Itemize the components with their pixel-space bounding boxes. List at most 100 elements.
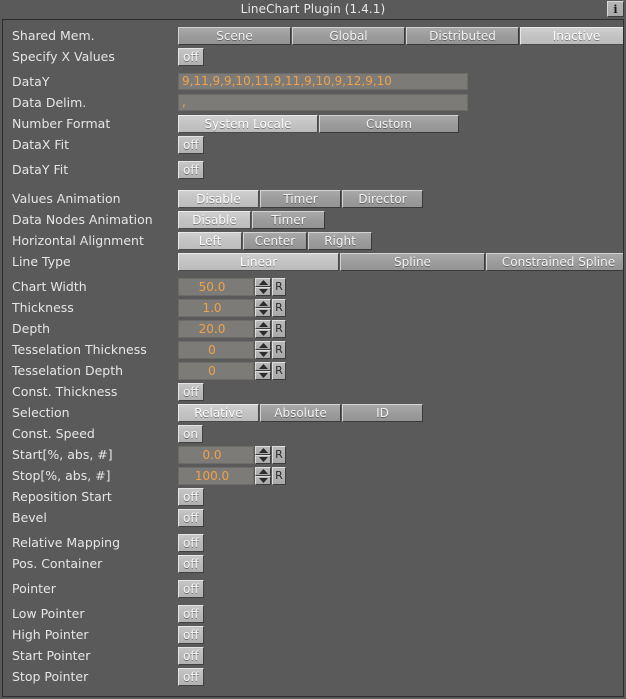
button-shared-mem-distributed[interactable]: Distributed [406,26,519,45]
spinner-arrows-tesselation-thickness [255,340,271,359]
row-high-pointer: High Pointer off [3,624,623,645]
info-icon[interactable]: i [607,1,624,17]
toggle-const-speed[interactable]: on [178,424,203,443]
label-stop-pointer: Stop Pointer [12,669,89,684]
label-shared-mem: Shared Mem. [12,28,95,43]
spinner-down-icon[interactable] [255,307,271,317]
toggle-datay-fit[interactable]: off [178,160,204,179]
spinner-chart-width: 50.0 R [178,277,286,296]
button-number-format-system-locale[interactable]: System Locale [178,114,318,133]
segmented-values-animation: Disable Timer Director [178,189,423,208]
button-selection-relative[interactable]: Relative [178,403,259,422]
toggle-start-pointer[interactable]: off [178,646,204,665]
toggle-pos-container[interactable]: off [178,554,204,573]
reset-button-tesselation-thickness[interactable]: R [272,340,286,359]
input-start[interactable]: 0.0 [178,445,254,464]
reset-button-stop[interactable]: R [272,466,286,485]
toggle-relative-mapping[interactable]: off [178,533,204,552]
toggle-bevel[interactable]: off [178,508,204,527]
segmented-line-type: Linear Spline Constrained Spline [178,252,623,271]
reset-button-tesselation-depth[interactable]: R [272,361,286,380]
button-line-type-spline[interactable]: Spline [340,252,485,271]
segmented-shared-mem: Scene Global Distributed Inactive [178,26,623,45]
button-shared-mem-scene[interactable]: Scene [178,26,291,45]
row-data-delim: Data Delim. , [3,92,623,113]
spinner-arrows-thickness [255,298,271,317]
label-high-pointer: High Pointer [12,627,89,642]
reset-button-depth[interactable]: R [272,319,286,338]
reset-button-thickness[interactable]: R [272,298,286,317]
label-pos-container: Pos. Container [12,556,103,571]
input-data-delim[interactable]: , [178,94,468,111]
spinner-down-icon[interactable] [255,454,271,464]
row-tesselation-depth: Tesselation Depth 0 R [3,360,623,381]
row-number-format: Number Format System Locale Custom [3,113,623,134]
button-horizontal-alignment-right[interactable]: Right [308,231,372,250]
spinner-down-icon[interactable] [255,286,271,296]
row-relative-mapping: Relative Mapping off [3,532,623,553]
label-values-animation: Values Animation [12,191,121,206]
input-stop[interactable]: 100.0 [178,466,254,485]
spinner-up-icon[interactable] [255,445,271,455]
spinner-down-icon[interactable] [255,475,271,485]
spinner-down-icon[interactable] [255,349,271,359]
label-thickness: Thickness [12,300,74,315]
segmented-selection: Relative Absolute ID [178,403,423,422]
label-tesselation-depth: Tesselation Depth [12,363,124,378]
button-line-type-linear[interactable]: Linear [178,252,339,271]
toggle-low-pointer[interactable]: off [178,604,204,623]
toggle-specify-x-values[interactable]: off [178,47,204,66]
toggle-datax-fit[interactable]: off [178,135,204,154]
input-chart-width[interactable]: 50.0 [178,277,254,296]
spinner-up-icon[interactable] [255,361,271,371]
button-shared-mem-global[interactable]: Global [292,26,405,45]
button-number-format-custom[interactable]: Custom [319,114,459,133]
spinner-stop: 100.0 R [178,466,286,485]
label-datay-fit: DataY Fit [12,162,69,177]
row-start-pointer: Start Pointer off [3,645,623,666]
label-depth: Depth [12,321,51,336]
button-line-type-constrained-spline[interactable]: Constrained Spline [486,252,623,271]
spinner-up-icon[interactable] [255,466,271,476]
spinner-up-icon[interactable] [255,277,271,287]
spinner-down-icon[interactable] [255,328,271,338]
button-values-animation-disable[interactable]: Disable [178,189,259,208]
toggle-high-pointer[interactable]: off [178,625,204,644]
segmented-number-format: System Locale Custom [178,114,459,133]
spinner-up-icon[interactable] [255,340,271,350]
button-horizontal-alignment-left[interactable]: Left [178,231,242,250]
input-depth[interactable]: 20.0 [178,319,254,338]
input-tesselation-depth[interactable]: 0 [178,361,254,380]
input-thickness[interactable]: 1.0 [178,298,254,317]
toggle-const-thickness[interactable]: off [178,382,204,401]
toggle-pointer[interactable]: off [178,579,204,598]
reset-button-chart-width[interactable]: R [272,277,286,296]
button-horizontal-alignment-center[interactable]: Center [243,231,307,250]
row-depth: Depth 20.0 R [3,318,623,339]
segmented-data-nodes-animation: Disable Timer [178,210,325,229]
spinner-tesselation-thickness: 0 R [178,340,286,359]
row-bevel: Bevel off [3,507,623,528]
spinner-up-icon[interactable] [255,319,271,329]
label-horizontal-alignment: Horizontal Alignment [12,233,144,248]
button-selection-id[interactable]: ID [342,403,423,422]
row-pos-container: Pos. Container off [3,553,623,574]
button-selection-absolute[interactable]: Absolute [260,403,341,422]
row-specify-x-values: Specify X Values off [3,46,623,67]
spinner-up-icon[interactable] [255,298,271,308]
label-start-pointer: Start Pointer [12,648,91,663]
button-values-animation-director[interactable]: Director [342,189,423,208]
row-selection: Selection Relative Absolute ID [3,402,623,423]
input-tesselation-thickness[interactable]: 0 [178,340,254,359]
row-values-animation: Values Animation Disable Timer Director [3,188,623,209]
toggle-stop-pointer[interactable]: off [178,667,204,686]
input-data-y[interactable]: 9,11,9,9,10,11,9,11,9,10,9,12,9,10 [178,73,468,90]
spinner-down-icon[interactable] [255,370,271,380]
reset-button-start[interactable]: R [272,445,286,464]
button-shared-mem-inactive[interactable]: Inactive [520,26,623,45]
toggle-reposition-start[interactable]: off [178,487,204,506]
button-data-nodes-animation-timer[interactable]: Timer [252,210,325,229]
button-values-animation-timer[interactable]: Timer [260,189,341,208]
button-data-nodes-animation-disable[interactable]: Disable [178,210,251,229]
row-pointer: Pointer off [3,578,623,599]
